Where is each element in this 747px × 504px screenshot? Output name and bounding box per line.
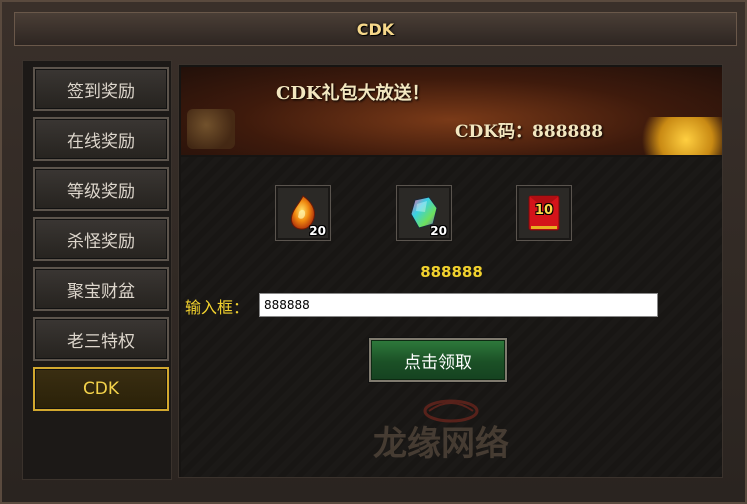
sidebar-item-kill-reward[interactable]: 杀怪奖励 [33,217,169,261]
sidebar-item-online-reward[interactable]: 在线奖励 [33,117,169,161]
reward-count: 20 [430,224,447,238]
title-bar: CDK [14,12,737,46]
reward-count: 10 [534,203,553,218]
reward-slot[interactable]: 20 [396,185,452,241]
sidebar-item-privilege[interactable]: 老三特权 [33,317,169,361]
treasure-chest-icon [187,109,235,149]
cdk-banner: CDK礼包大放送！ CDK码：888888 [181,67,722,155]
watermark-text: 龙缘网络 [373,424,509,464]
reward-slot[interactable]: 10 [516,185,572,241]
claim-button[interactable]: 点击领取 [369,338,507,382]
sidebar-item-level-reward[interactable]: 等级奖励 [33,167,169,211]
sidebar-item-cdk[interactable]: CDK [33,367,169,411]
cdk-code-display: 888888 [420,263,483,281]
cdk-input[interactable] [259,293,658,317]
reward-count: 20 [309,224,326,238]
banner-title: CDK礼包大放送！ [276,83,430,104]
reward-content: 20 20 10 888888 输入框： 888888 点击领取 龙缘网络 [181,157,722,477]
sidebar-item-treasure-basin[interactable]: 聚宝财盆 [33,267,169,311]
sidebar: 签到奖励 在线奖励 等级奖励 杀怪奖励 聚宝财盆 老三特权 CDK [22,60,172,480]
sidebar-item-sign-in-reward[interactable]: 签到奖励 [33,67,169,111]
gold-coins-icon [632,117,722,155]
logo-watermark: 龙缘网络 [373,399,509,464]
banner-code: CDK码：888888 [455,122,604,142]
game-window: CDK 签到奖励 在线奖励 等级奖励 杀怪奖励 聚宝财盆 老三特权 CDK CD… [0,0,747,504]
main-panel: CDK礼包大放送！ CDK码：888888 20 20 10 888888 输入… [178,64,723,478]
input-label: 输入框： [185,298,250,317]
window-title: CDK [356,19,395,39]
reward-slot[interactable]: 20 [275,185,331,241]
